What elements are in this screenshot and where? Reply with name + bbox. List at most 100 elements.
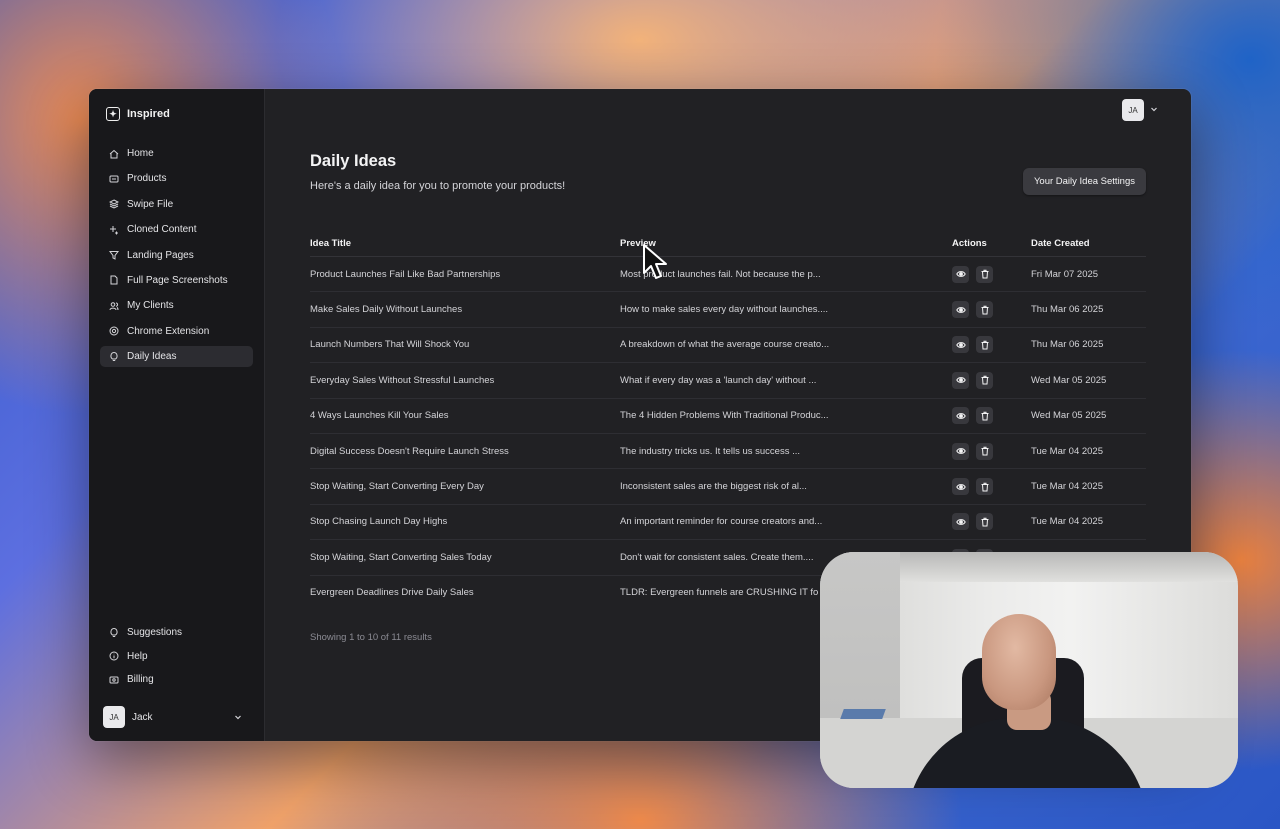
delete-button[interactable] xyxy=(976,371,993,389)
eye-icon xyxy=(955,517,966,527)
preview-cell: The industry tricks us. It tells us succ… xyxy=(620,445,801,457)
actions-cell xyxy=(952,513,1031,531)
file-icon xyxy=(110,275,118,285)
funnel-icon xyxy=(109,251,119,260)
idea-title-cell: Stop Waiting, Start Converting Every Day xyxy=(310,481,484,493)
sidebar-item-home[interactable]: Home xyxy=(100,143,253,164)
preview-cell: Inconsistent sales are the biggest risk … xyxy=(620,481,807,493)
sidebar-item-cloned-content[interactable]: Cloned Content xyxy=(100,219,253,240)
trash-icon xyxy=(980,305,990,315)
actions-cell xyxy=(952,336,1031,354)
users-icon xyxy=(109,302,119,310)
preview-cell: What if every day was a 'launch day' wit… xyxy=(620,374,817,386)
delete-button[interactable] xyxy=(976,301,993,319)
date-created-cell: Thu Mar 06 2025 xyxy=(1031,339,1104,351)
idea-title-cell: 4 Ways Launches Kill Your Sales xyxy=(310,410,449,422)
preview-cell: An important reminder for course creator… xyxy=(620,516,823,528)
table-row[interactable]: Make Sales Daily Without Launches How to … xyxy=(310,292,1146,328)
user-menu[interactable]: JA Jack xyxy=(103,706,248,728)
delete-button[interactable] xyxy=(976,336,993,354)
sidebar-item-label: Cloned Content xyxy=(127,224,197,236)
date-created-cell: Tue Mar 04 2025 xyxy=(1031,481,1103,493)
sidebar-item-suggestions[interactable]: Suggestions xyxy=(100,622,253,643)
idea-title-cell: Make Sales Daily Without Launches xyxy=(310,304,463,316)
sidebar-nav: Home Products Swipe File Cloned Content … xyxy=(100,143,253,372)
table-row[interactable]: Digital Success Doesn't Require Launch S… xyxy=(310,434,1146,470)
table-row[interactable]: 4 Ways Launches Kill Your Sales The 4 Hid… xyxy=(310,399,1146,434)
sidebar-item-label: Swipe File xyxy=(127,198,174,210)
view-button[interactable] xyxy=(952,336,969,354)
trash-icon xyxy=(980,446,990,456)
idea-title-cell: Stop Waiting, Start Converting Sales Tod… xyxy=(310,551,492,563)
eye-icon xyxy=(955,446,966,456)
idea-title-cell: Evergreen Deadlines Drive Daily Sales xyxy=(310,587,474,599)
home-icon xyxy=(109,149,119,158)
date-created-cell: Tue Mar 04 2025 xyxy=(1031,445,1103,457)
trash-icon xyxy=(980,411,990,421)
view-button[interactable] xyxy=(952,301,969,319)
date-created-cell: Tue Mar 04 2025 xyxy=(1031,516,1103,528)
layers-icon xyxy=(109,199,119,209)
delete-button[interactable] xyxy=(976,407,993,425)
sidebar-item-my-clients[interactable]: My Clients xyxy=(100,295,253,316)
delete-button[interactable] xyxy=(976,513,993,531)
idea-title-cell: Digital Success Doesn't Require Launch S… xyxy=(310,445,509,457)
sidebar-item-chrome-extension[interactable]: Chrome Extension xyxy=(100,321,253,342)
mouse-cursor-icon xyxy=(643,244,667,279)
lightbulb-icon xyxy=(110,627,118,637)
pagination-summary: Showing 1 to 10 of 11 results xyxy=(310,632,432,643)
idea-title-cell: Stop Chasing Launch Day Highs xyxy=(310,516,448,528)
view-button[interactable] xyxy=(952,265,969,283)
sidebar-item-help[interactable]: Help xyxy=(100,646,253,667)
view-button[interactable] xyxy=(952,407,969,425)
chevron-down-icon[interactable] xyxy=(1150,105,1158,113)
table-row[interactable]: Everyday Sales Without Stressful Launche… xyxy=(310,363,1146,399)
view-button[interactable] xyxy=(952,442,969,460)
billing-icon xyxy=(109,676,119,683)
trash-icon xyxy=(980,340,990,350)
sidebar-item-swipe-file[interactable]: Swipe File xyxy=(100,194,253,215)
eye-icon xyxy=(955,482,966,492)
webcam-object xyxy=(840,709,886,719)
sidebar-item-full-page-screenshots[interactable]: Full Page Screenshots xyxy=(100,270,253,291)
user-name: Jack xyxy=(132,711,153,723)
brand[interactable]: ✦ Inspired xyxy=(106,107,170,121)
eye-icon xyxy=(955,269,966,279)
sidebar-item-daily-ideas[interactable]: Daily Ideas xyxy=(100,346,253,368)
info-icon xyxy=(109,651,119,661)
sidebar-item-billing[interactable]: Billing xyxy=(100,669,253,690)
sidebar-item-products[interactable]: Products xyxy=(100,168,253,189)
sidebar: ✦ Inspired Home Products Swipe File Clon… xyxy=(89,89,265,741)
view-button[interactable] xyxy=(952,513,969,531)
idea-title-cell: Everyday Sales Without Stressful Launche… xyxy=(310,374,495,386)
delete-button[interactable] xyxy=(976,265,993,283)
trash-icon xyxy=(980,375,990,385)
page-subtitle: Here's a daily idea for you to promote y… xyxy=(310,180,566,192)
view-button[interactable] xyxy=(952,478,969,496)
table-row[interactable]: Stop Waiting, Start Converting Every Day… xyxy=(310,469,1146,505)
daily-idea-settings-button[interactable]: Your Daily Idea Settings xyxy=(1022,168,1146,195)
actions-cell xyxy=(952,265,1031,283)
table-header: Idea Title Preview Actions Date Created xyxy=(310,231,1146,257)
delete-button[interactable] xyxy=(976,478,993,496)
sidebar-item-label: Help xyxy=(127,650,148,662)
table-row[interactable]: Stop Chasing Launch Day Highs An importan… xyxy=(310,505,1146,541)
lightbulb-icon xyxy=(110,351,118,361)
preview-cell: The 4 Hidden Problems With Traditional P… xyxy=(620,410,829,422)
sidebar-item-label: Suggestions xyxy=(127,627,183,638)
actions-cell xyxy=(952,478,1031,496)
eye-icon xyxy=(955,411,966,421)
table-row[interactable]: Launch Numbers That Will Shock You A brea… xyxy=(310,328,1146,364)
view-button[interactable] xyxy=(952,371,969,389)
delete-button[interactable] xyxy=(976,442,993,460)
preview-cell: A breakdown of what the average course c… xyxy=(620,339,830,351)
idea-title-cell: Product Launches Fail Like Bad Partnersh… xyxy=(310,268,501,280)
date-created-cell: Fri Mar 07 2025 xyxy=(1031,268,1099,280)
actions-cell xyxy=(952,442,1031,460)
trash-icon xyxy=(980,517,990,527)
eye-icon xyxy=(955,375,966,385)
sidebar-item-label: Daily Ideas xyxy=(127,351,177,363)
table-row[interactable]: Product Launches Fail Like Bad Partnersh… xyxy=(310,257,1146,293)
actions-cell xyxy=(952,301,1031,319)
sidebar-item-landing-pages[interactable]: Landing Pages xyxy=(100,245,253,266)
